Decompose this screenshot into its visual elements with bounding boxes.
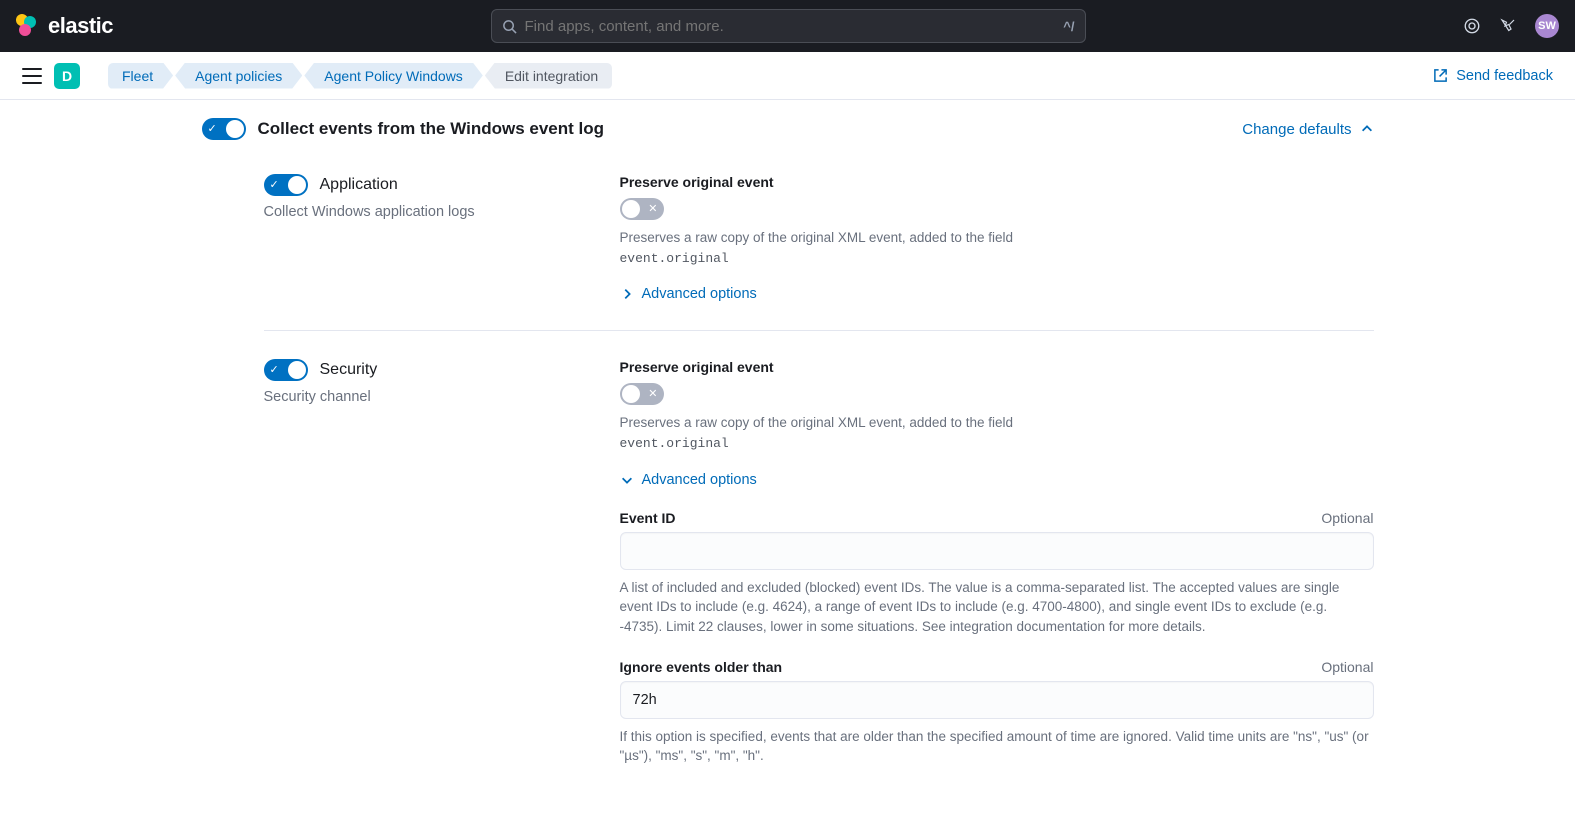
- application-desc: Collect Windows application logs: [264, 204, 600, 220]
- event-id-help: A list of included and excluded (blocked…: [620, 578, 1374, 637]
- security-advanced-label: Advanced options: [642, 472, 757, 488]
- avatar[interactable]: SW: [1535, 14, 1559, 38]
- breadcrumb-fleet[interactable]: Fleet: [108, 63, 173, 89]
- application-advanced-label: Advanced options: [642, 286, 757, 302]
- change-defaults-button[interactable]: Change defaults: [1242, 121, 1373, 138]
- security-desc: Security channel: [264, 389, 600, 405]
- section-title: Collect events from the Windows event lo…: [258, 119, 605, 139]
- global-search[interactable]: ^/: [491, 9, 1086, 43]
- collect-events-toggle[interactable]: ✓: [202, 118, 246, 140]
- space-selector[interactable]: D: [54, 63, 80, 89]
- application-title: Application: [320, 176, 398, 194]
- event-id-label: Event ID: [620, 510, 676, 526]
- main-content: ✓ Collect events from the Windows event …: [202, 100, 1374, 834]
- security-advanced-toggle[interactable]: Advanced options: [620, 472, 1374, 488]
- ignore-older-optional: Optional: [1321, 659, 1373, 675]
- application-toggle[interactable]: ✓: [264, 174, 308, 196]
- search-icon: [502, 19, 517, 34]
- chevron-right-icon: [620, 287, 634, 301]
- send-feedback-label: Send feedback: [1456, 68, 1553, 84]
- ignore-older-label: Ignore events older than: [620, 659, 783, 675]
- search-shortcut-hint: ^/: [1063, 19, 1074, 34]
- menu-toggle-icon[interactable]: [22, 68, 42, 84]
- search-input[interactable]: [525, 18, 1056, 35]
- breadcrumb-agent-policies[interactable]: Agent policies: [175, 63, 302, 89]
- chevron-down-icon: [620, 473, 634, 487]
- help-icon[interactable]: [1463, 17, 1481, 35]
- top-bar: elastic ^/ SW: [0, 0, 1575, 52]
- chevron-up-icon: [1360, 122, 1374, 136]
- security-toggle[interactable]: ✓: [264, 359, 308, 381]
- ignore-older-help: If this option is specified, events that…: [620, 727, 1374, 766]
- breadcrumb-edit-integration: Edit integration: [485, 63, 612, 89]
- security-title: Security: [320, 361, 378, 379]
- sub-bar: D Fleet Agent policies Agent Policy Wind…: [0, 52, 1575, 100]
- application-preserve-help: Preserves a raw copy of the original XML…: [620, 228, 1374, 268]
- section-header: ✓ Collect events from the Windows event …: [202, 118, 1374, 140]
- breadcrumb-agent-policy-windows[interactable]: Agent Policy Windows: [304, 63, 483, 89]
- send-feedback-link[interactable]: Send feedback: [1433, 68, 1553, 84]
- security-preserve-label: Preserve original event: [620, 359, 1374, 375]
- event-id-input[interactable]: [620, 532, 1374, 570]
- channel-application: ✓ Application Collect Windows applicatio…: [264, 174, 1374, 330]
- event-id-optional: Optional: [1321, 510, 1373, 526]
- ignore-older-input[interactable]: [620, 681, 1374, 719]
- brand-name: elastic: [48, 13, 113, 39]
- change-defaults-label: Change defaults: [1242, 121, 1351, 138]
- security-preserve-toggle[interactable]: ✕: [620, 383, 664, 405]
- security-preserve-help: Preserves a raw copy of the original XML…: [620, 413, 1374, 453]
- application-advanced-toggle[interactable]: Advanced options: [620, 286, 1374, 302]
- newsfeed-icon[interactable]: [1499, 17, 1517, 35]
- channel-security: ✓ Security Security channel Preserve ori…: [264, 330, 1374, 793]
- breadcrumb: Fleet Agent policies Agent Policy Window…: [108, 63, 612, 89]
- external-link-icon: [1433, 68, 1448, 83]
- application-preserve-label: Preserve original event: [620, 174, 1374, 190]
- application-preserve-toggle[interactable]: ✕: [620, 198, 664, 220]
- elastic-logo-icon: [16, 14, 40, 38]
- logo[interactable]: elastic: [16, 13, 113, 39]
